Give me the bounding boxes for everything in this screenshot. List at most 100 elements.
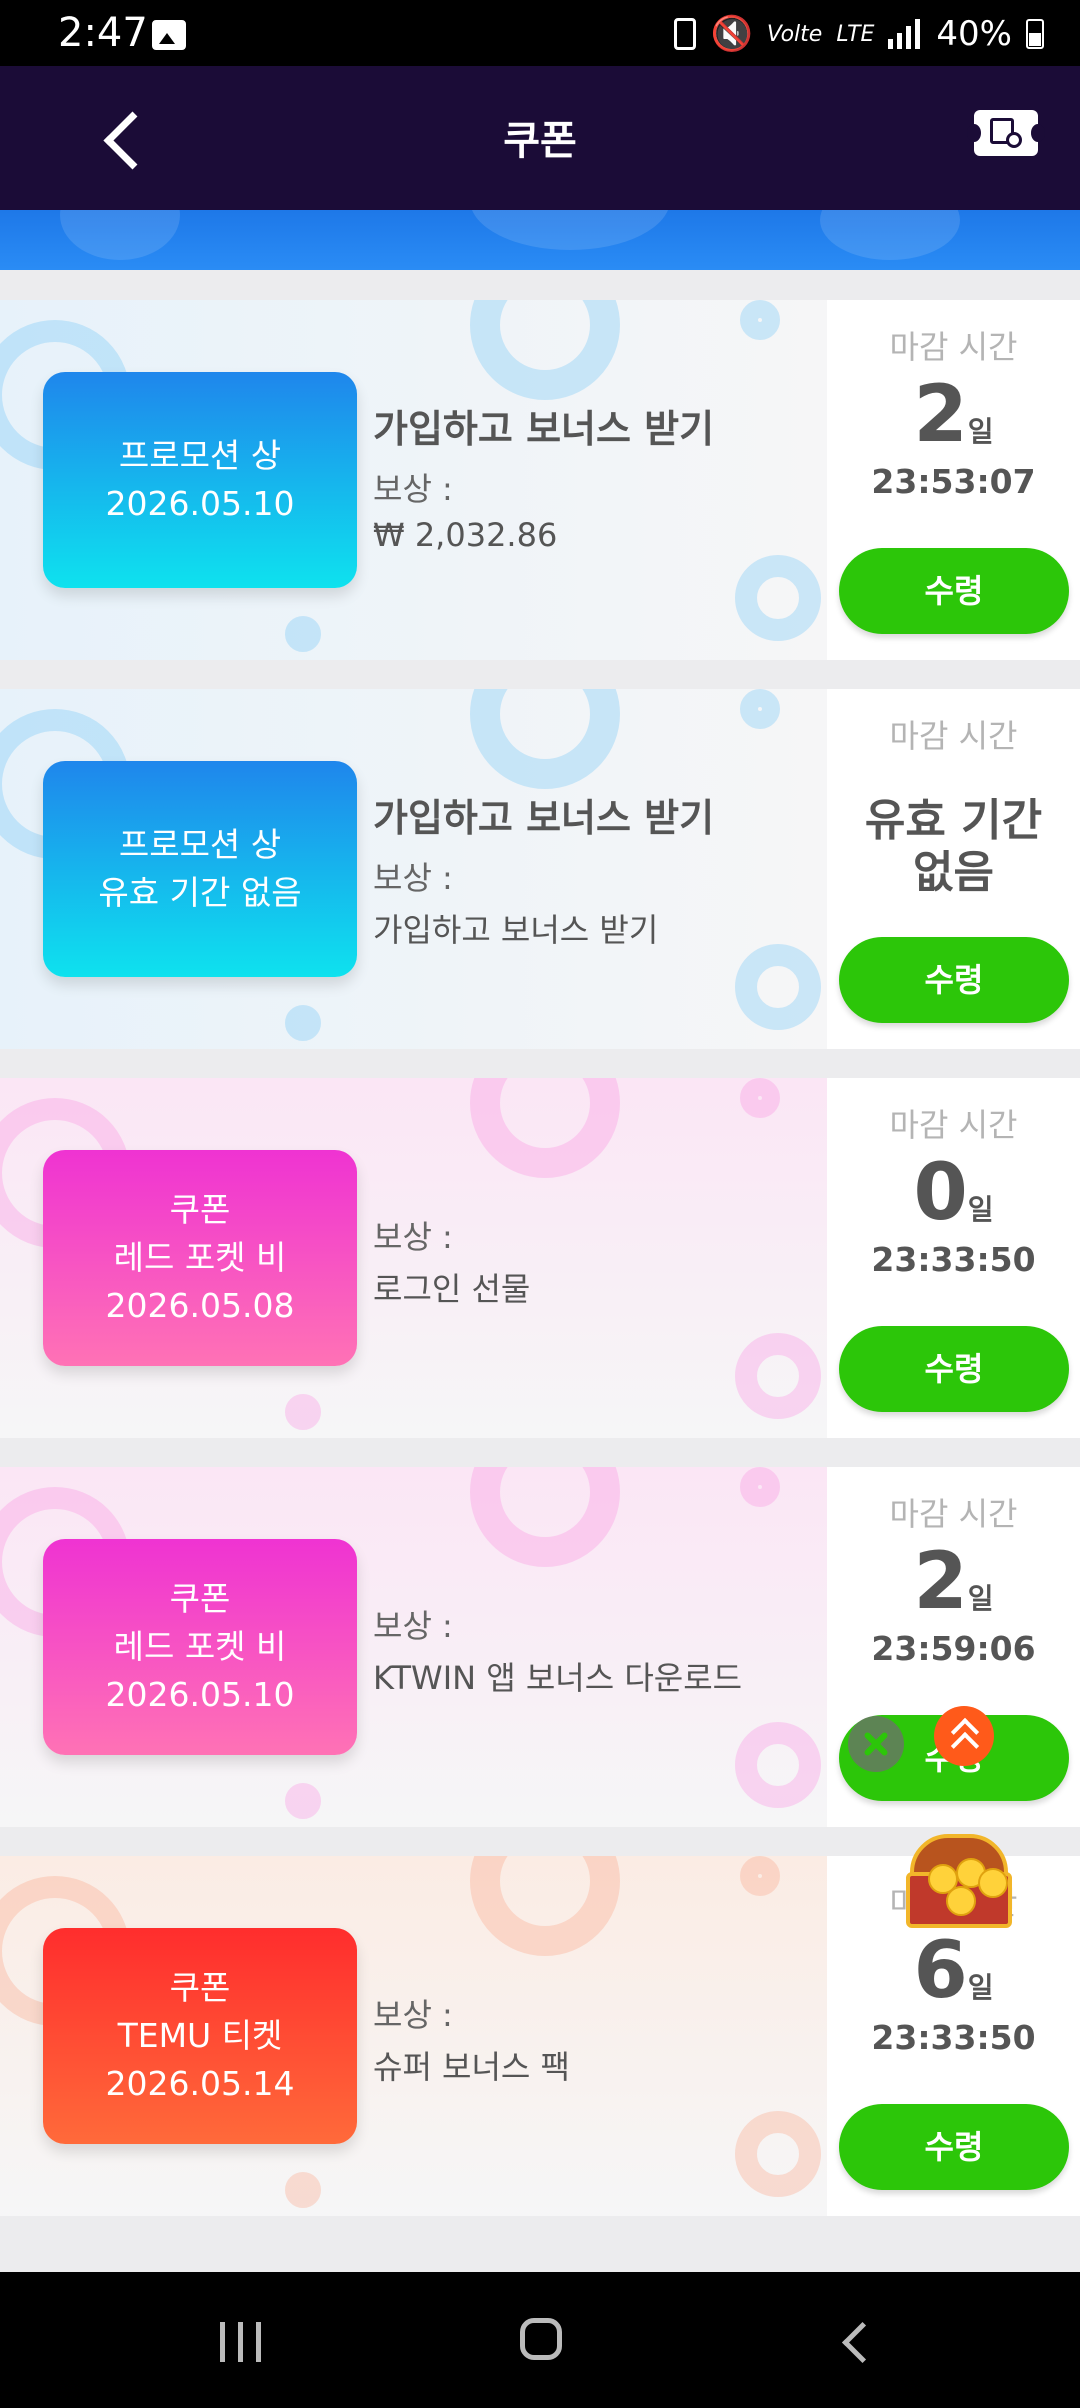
reward-value: ₩ 2,032.86 bbox=[373, 516, 558, 554]
badge-line: 프로모션 상 bbox=[118, 825, 282, 864]
badge-line: 레드 포켓 비 bbox=[113, 1627, 287, 1666]
days-unit: 일 bbox=[967, 1971, 994, 2004]
badge-line: 2026.05.10 bbox=[105, 484, 295, 523]
coupon-card: 쿠폰레드 포켓 비 2026.05.10 보상 : KTWIN 앱 보너스 다운로드 마… bbox=[0, 1467, 1080, 1827]
claim-button[interactable]: 수령 bbox=[839, 548, 1069, 634]
days-remaining: 2일 bbox=[827, 1537, 1080, 1627]
decorative-ring bbox=[740, 1467, 780, 1507]
claim-button[interactable]: 수령 bbox=[839, 937, 1069, 1023]
badge-line: 2026.05.08 bbox=[105, 1286, 295, 1325]
header-banner bbox=[0, 210, 1080, 270]
coupon-card: 프로모션 상 유효 기간 없음 가입하고 보너스 받기 보상 : 가입하고 보너스 받기… bbox=[0, 689, 1080, 1049]
no-expiry-text: 유효 기간 없음 bbox=[864, 795, 1043, 898]
badge-line: 유효 기간 없음 bbox=[98, 873, 302, 912]
decorative-ring bbox=[740, 1078, 780, 1118]
reward-value: 슈퍼 보너스 팩 bbox=[373, 2048, 570, 2086]
badge-line: 프로모션 상 bbox=[118, 436, 282, 475]
deadline-label: 마감 시간 bbox=[889, 717, 1018, 755]
days-count: 0 bbox=[913, 1148, 968, 1238]
coupon-title: 가입하고 보너스 받기 bbox=[373, 407, 715, 451]
decorative-ring bbox=[735, 2111, 821, 2197]
status-bar: 2:47 🔇 Volte LTE 40% bbox=[0, 0, 1080, 66]
reward-label: 보상 : bbox=[373, 470, 453, 508]
coupon-badge: 쿠폰 TEMU 티켓 2026.05.14 bbox=[43, 1928, 357, 2144]
coupon-badge: 쿠폰레드 포켓 비 2026.05.08 bbox=[43, 1150, 357, 1366]
days-unit: 일 bbox=[967, 1193, 994, 1226]
gallery-notification-icon bbox=[152, 20, 186, 50]
page-title: 쿠폰 bbox=[503, 118, 577, 164]
days-count: 2 bbox=[913, 370, 968, 460]
decorative-ring bbox=[735, 944, 821, 1030]
claim-button[interactable]: 수령 bbox=[839, 2104, 1069, 2190]
close-floating-button[interactable] bbox=[848, 1716, 904, 1772]
deadline-label: 마감 시간 bbox=[889, 1106, 1018, 1144]
reward-label: 보상 : bbox=[373, 1996, 453, 2034]
days-remaining: 6일 bbox=[827, 1926, 1080, 2016]
countdown-timer: 23:59:06 bbox=[871, 1629, 1036, 1668]
coupon-history-button[interactable] bbox=[967, 110, 1045, 156]
decorative-ring bbox=[285, 2172, 321, 2208]
coupon-info: 프로모션 상 유효 기간 없음 가입하고 보너스 받기 보상 : 가입하고 보너스 받기 bbox=[0, 689, 827, 1049]
app-bar: 쿠폰 bbox=[0, 66, 1080, 210]
signal-icon bbox=[888, 19, 922, 49]
reward-value: 가입하고 보너스 받기 bbox=[373, 911, 659, 949]
treasure-chest-icon[interactable] bbox=[898, 1824, 1022, 1934]
clock-icon bbox=[1006, 132, 1022, 148]
scroll-to-top-button[interactable] bbox=[934, 1706, 994, 1766]
coupon-info: 프로모션 상 2026.05.10 가입하고 보너스 받기보상 : ₩ 2,032.8… bbox=[0, 300, 827, 660]
deadline-panel: 마감 시간유효 기간 없음수령 bbox=[827, 689, 1080, 1049]
badge-line: 2026.05.14 bbox=[105, 2064, 295, 2103]
battery-saver-icon bbox=[674, 18, 697, 50]
badge-line: 2026.05.10 bbox=[105, 1675, 295, 1714]
coupon-info: 쿠폰 TEMU 티켓 2026.05.14 보상 : 슈퍼 보너스 팩 bbox=[0, 1856, 827, 2216]
countdown-timer: 23:33:50 bbox=[871, 2018, 1036, 2057]
decorative-ring bbox=[740, 689, 780, 729]
lte-icon: LTE bbox=[836, 21, 875, 47]
volte-icon: Volte bbox=[766, 21, 823, 47]
recent-apps-button[interactable] bbox=[218, 2322, 264, 2362]
decorative-ring bbox=[470, 1856, 620, 1956]
battery-level: 40% bbox=[936, 14, 1012, 54]
days-unit: 일 bbox=[967, 1582, 994, 1615]
deadline-panel: 마감 시간2일23:59:06수령 bbox=[827, 1467, 1080, 1827]
decorative-ring bbox=[740, 1856, 780, 1896]
reward-label: 보상 : bbox=[373, 859, 453, 897]
badge-line: 쿠폰 bbox=[169, 1968, 231, 2007]
coupon-badge: 프로모션 상 2026.05.10 bbox=[43, 372, 357, 588]
reward-value: KTWIN 앱 보너스 다운로드 bbox=[373, 1659, 743, 1697]
badge-line: 쿠폰 bbox=[169, 1579, 231, 1618]
badge-line: 레드 포켓 비 bbox=[113, 1238, 287, 1277]
decorative-ring bbox=[735, 1722, 821, 1808]
countdown-timer: 23:53:07 bbox=[871, 462, 1036, 501]
claim-button[interactable]: 수령 bbox=[839, 1326, 1069, 1412]
decorative-ring bbox=[470, 1467, 620, 1567]
days-unit: 일 bbox=[967, 415, 994, 448]
decorative-ring bbox=[285, 616, 321, 652]
countdown-timer: 23:33:50 bbox=[871, 1240, 1036, 1279]
decorative-ring bbox=[735, 1333, 821, 1419]
decorative-ring bbox=[285, 1005, 321, 1041]
reward-label: 보상 : bbox=[373, 1218, 453, 1256]
mute-icon: 🔇 bbox=[710, 14, 753, 54]
coupon-title: 가입하고 보너스 받기 bbox=[373, 796, 715, 840]
reward-label: 보상 : bbox=[373, 1607, 453, 1645]
coupon-card: 프로모션 상 2026.05.10 가입하고 보너스 받기보상 : ₩ 2,032.8… bbox=[0, 300, 1080, 660]
system-nav-bar bbox=[0, 2272, 1080, 2408]
battery-icon bbox=[1026, 19, 1044, 49]
decorative-ring bbox=[285, 1783, 321, 1819]
deadline-label: 마감 시간 bbox=[889, 328, 1018, 366]
coupon-badge: 프로모션 상유효 기간 없음 bbox=[43, 761, 357, 977]
badge-line: 쿠폰 bbox=[169, 1190, 231, 1229]
system-back-button[interactable] bbox=[836, 2322, 876, 2362]
deadline-label: 마감 시간 bbox=[889, 1495, 1018, 1533]
deadline-panel: 마감 시간 0일 23:33:50 수령 bbox=[827, 1078, 1080, 1438]
coupon-card: 쿠폰 레드 포켓 비 2026.05.08 보상 : 로그인 선물 마감 시간 0일 23:3… bbox=[0, 1078, 1080, 1438]
reward-value: 로그인 선물 bbox=[373, 1270, 531, 1308]
status-icons: 🔇 Volte LTE 40% bbox=[674, 12, 1044, 56]
decorative-ring bbox=[735, 555, 821, 641]
days-remaining: 0일 bbox=[827, 1148, 1080, 1238]
days-remaining: 2일 bbox=[827, 370, 1080, 460]
decorative-ring bbox=[470, 1078, 620, 1178]
home-button[interactable] bbox=[520, 2318, 562, 2360]
coupon-info: 쿠폰레드 포켓 비 2026.05.08 보상 : 로그인 선물 bbox=[0, 1078, 827, 1438]
